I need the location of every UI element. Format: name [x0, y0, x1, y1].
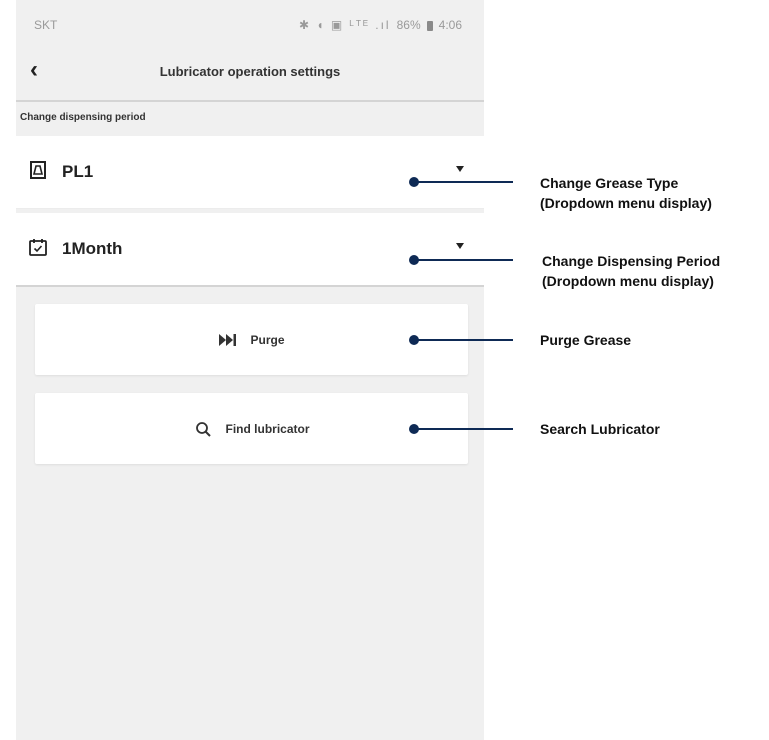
battery-icon [426, 21, 433, 31]
skip-forward-icon [219, 333, 237, 346]
purge-button[interactable]: Purge [35, 304, 468, 375]
app-bar: ‹ Lubricator operation settings [16, 44, 484, 102]
find-lubricator-label: Find lubricator [225, 421, 310, 436]
grease-type-dropdown[interactable]: PL1 [16, 136, 484, 209]
dispensing-period-dropdown[interactable]: 1Month [16, 213, 484, 287]
status-bar: SKT ✱ ◖ ▣ ᴸᵀᴱ .ıl 86% 4:06 [16, 0, 484, 44]
section-label: Change dispensing period [20, 112, 146, 123]
grease-type-value: PL1 [62, 162, 94, 181]
annotation-line [416, 428, 513, 430]
status-right: ✱ ◖ ▣ ᴸᵀᴱ .ıl 86% 4:06 [299, 18, 462, 32]
purge-label: Purge [250, 332, 285, 347]
annotation-dispensing-period: Change Dispensing Period (Dropdown menu … [542, 251, 720, 291]
phone-screen: SKT ✱ ◖ ▣ ᴸᵀᴱ .ıl 86% 4:06 ‹ Lubricator … [16, 0, 484, 740]
find-lubricator-button[interactable]: Find lubricator [35, 393, 468, 464]
status-icons: ✱ ◖ ▣ ᴸᵀᴱ .ıl [298, 18, 391, 32]
dropdown-caret-icon[interactable] [456, 166, 464, 172]
grease-cartridge-icon [30, 161, 46, 179]
carrier-label: SKT [34, 18, 58, 32]
annotation-line [416, 259, 513, 261]
dropdown-caret-icon[interactable] [456, 243, 464, 249]
dispensing-period-value: 1Month [62, 239, 123, 258]
annotation-period-line1: Change Dispensing Period [542, 253, 721, 269]
annotation-purge-grease: Purge Grease [540, 332, 632, 348]
annotation-line [416, 181, 513, 183]
annotation-grease-line1: Change Grease Type [540, 175, 679, 191]
calendar-icon [29, 239, 47, 256]
search-icon [195, 421, 211, 437]
annotation-line [416, 339, 513, 341]
annotation-search-lubricator: Search Lubricator [540, 421, 660, 437]
clock: 4:06 [438, 18, 462, 32]
annotation-grease-line2: (Dropdown menu display) [540, 195, 712, 211]
annotation-period-line2: (Dropdown menu display) [542, 273, 714, 289]
page-title: Lubricator operation settings [159, 64, 341, 79]
annotation-grease-type: Change Grease Type (Dropdown menu displa… [540, 173, 712, 213]
battery-percent: 86% [396, 18, 421, 32]
